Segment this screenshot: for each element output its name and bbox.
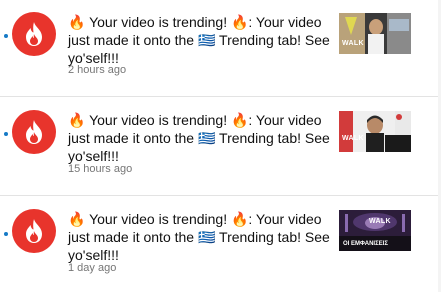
channel-avatar [12,209,56,253]
thumbnail-overlay-text: WALK [342,40,364,47]
notification-item[interactable]: 🔥 Your video is trending! 🔥: Your video … [0,197,441,293]
unread-dot-icon [4,132,8,136]
thumbnail-image [339,111,411,152]
channel-avatar [12,12,56,56]
notification-list: 🔥 Your video is trending! 🔥: Your video … [0,0,441,292]
unread-dot-icon [4,34,8,38]
notification-item[interactable]: 🔥 Your video is trending! 🔥: Your video … [0,0,441,96]
notification-timestamp: 2 hours ago [68,64,127,76]
thumbnail-overlay-text: WALK [369,218,391,225]
divider [0,195,441,196]
notification-timestamp: 1 day ago [68,262,117,274]
divider [0,96,441,97]
video-thumbnail[interactable]: WALK [339,13,411,54]
thumbnail-image [339,13,411,54]
flame-icon [26,120,42,144]
thumbnail-overlay-text: WALK [342,135,364,142]
video-thumbnail[interactable]: WALK [339,111,411,152]
notification-timestamp: 15 hours ago [68,163,133,175]
unread-dot-icon [4,232,8,236]
notification-message: 🔥 Your video is trending! 🔥: Your video … [68,14,330,66]
notification-item[interactable]: 🔥 Your video is trending! 🔥: Your video … [0,98,441,194]
thumbnail-caption: ΟΙ ΕΜΦΑΝΙΣΕΙΣ [343,241,388,247]
notification-message: 🔥 Your video is trending! 🔥: Your video … [68,211,330,263]
flame-icon [26,219,42,243]
video-thumbnail[interactable]: WALK ΟΙ ΕΜΦΑΝΙΣΕΙΣ [339,210,411,251]
flame-icon [26,22,42,46]
notification-message: 🔥 Your video is trending! 🔥: Your video … [68,112,330,164]
channel-avatar [12,110,56,154]
